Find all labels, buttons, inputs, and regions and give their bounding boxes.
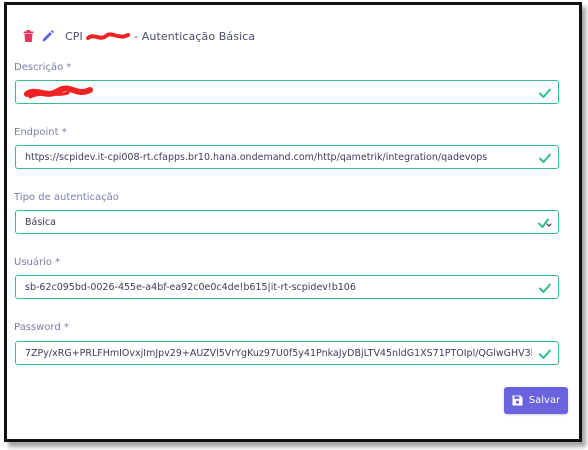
pencil-icon [42,30,54,42]
page-title: CPI - Autenticação Básica [65,30,255,43]
floppy-disk-icon [512,395,523,406]
check-chevron-icon [538,218,552,228]
redaction-mark [86,31,131,40]
descricao-label: Descrição * [14,62,72,73]
password-label: Password * [14,322,69,333]
trash-icon [23,30,33,42]
tipo-autenticacao-value: Básica [25,216,56,228]
tipo-autenticacao-select[interactable]: Básica [15,210,559,234]
title-prefix: CPI [65,29,83,43]
endpoint-label: Endpoint * [14,127,67,138]
usuario-value: sb-62c095bd-0026-455e-a4bf-ea92c0e0c4de!… [25,281,356,293]
check-icon [539,88,551,98]
delete-button[interactable] [21,29,35,43]
edit-button[interactable] [41,29,55,43]
password-input[interactable]: 7ZPy/xRG+PRLFHmIOvxjImJpv29+AUZVl5VrYgKu… [15,341,559,365]
password-value: 7ZPy/xRG+PRLFHmIOvxjImJpv29+AUZVl5VrYgKu… [25,347,532,359]
panel-header: CPI - Autenticação Básica [21,27,255,45]
save-button[interactable]: Salvar [504,387,568,414]
usuario-label: Usuário * [14,257,61,268]
usuario-input[interactable]: sb-62c095bd-0026-455e-a4bf-ea92c0e0c4de!… [15,275,559,299]
save-button-label: Salvar [528,395,561,406]
check-icon [539,153,551,163]
redaction-mark [24,85,93,99]
endpoint-value: https://scpidev.it-cpi008-rt.cfapps.br10… [25,151,488,163]
auth-config-panel: CPI - Autenticação Básica Descrição * En… [4,2,582,442]
check-icon [539,283,551,293]
title-suffix: - Autenticação Básica [134,29,256,43]
descricao-input[interactable] [15,80,559,104]
check-icon [539,349,551,359]
tipo-autenticacao-label: Tipo de autenticação [14,192,119,203]
endpoint-input[interactable]: https://scpidev.it-cpi008-rt.cfapps.br10… [15,145,559,169]
